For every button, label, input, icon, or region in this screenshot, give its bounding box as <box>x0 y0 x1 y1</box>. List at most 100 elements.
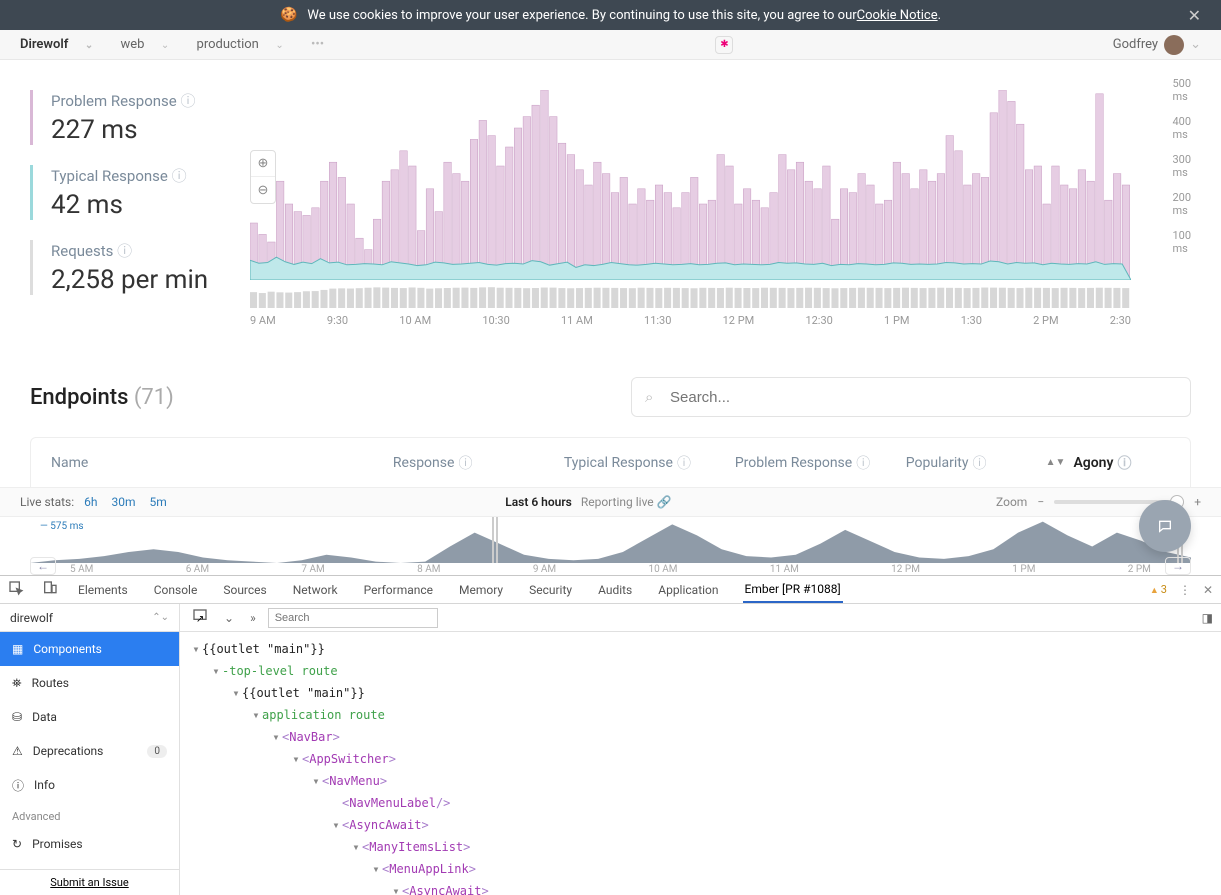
metrics-panel: Problem Response ⓘ 227 ms Typical Respon… <box>30 90 250 327</box>
user-menu[interactable]: Godfrey ⌄ <box>1113 35 1201 55</box>
device-toggle-icon[interactable] <box>42 580 58 599</box>
metric-requests[interactable]: Requests ⓘ 2,258 per min <box>30 240 250 295</box>
tree-row[interactable]: ▾<AppSwitcher> <box>180 748 1221 770</box>
live-stats-label: Live stats: <box>20 495 74 509</box>
help-icon[interactable]: ⓘ <box>458 453 472 473</box>
th-response[interactable]: Response ⓘ <box>393 453 564 473</box>
chevron-down-icon: ⌄ <box>82 40 93 51</box>
devtools-tab[interactable]: Ember [PR #1088] <box>743 576 843 603</box>
devtools-tab[interactable]: Application <box>656 576 720 603</box>
range-6h[interactable]: 6h <box>84 495 97 509</box>
cookie-notice-link[interactable]: Cookie Notice <box>857 8 938 23</box>
avatar <box>1164 35 1184 55</box>
tree-row[interactable]: ▾<AsyncAwait> <box>180 814 1221 836</box>
help-icon[interactable]: ⓘ <box>180 92 195 110</box>
zoom-in-button[interactable]: ⊕ <box>251 151 275 177</box>
inspector-nav-item[interactable]: ⛁Data <box>0 700 179 734</box>
overview-x-axis: 5 AM6 AM7 AM8 AM9 AM10 AM11 AM12 PM1 PM2… <box>70 564 1151 575</box>
th-popularity[interactable]: Popularity ⓘ <box>906 453 1046 473</box>
devtools-tab[interactable]: Elements <box>76 576 130 603</box>
scroll-left-button[interactable]: ← <box>30 557 56 575</box>
live-stats-bar: Live stats: 6h 30m 5m Last 6 hours Repor… <box>0 487 1221 517</box>
overview-y-label: — 575 ms <box>40 521 84 532</box>
zoom-out-button[interactable]: ⊖ <box>251 177 275 203</box>
devtools-tab[interactable]: Security <box>527 576 574 603</box>
nav-icon: ⛯ <box>12 676 22 691</box>
tree-row[interactable]: ▾application route <box>180 704 1221 726</box>
inspector-nav-item[interactable]: ▦Components <box>0 632 179 666</box>
inspector-nav-item[interactable]: ⛯Routes <box>0 666 179 700</box>
submit-issue-link[interactable]: Submit an Issue <box>50 876 128 889</box>
range-5m[interactable]: 5m <box>150 495 167 509</box>
expand-all-icon[interactable]: » <box>246 609 260 627</box>
close-icon[interactable]: ✕ <box>1188 6 1201 25</box>
tree-row[interactable]: ▾<NavBar> <box>180 726 1221 748</box>
help-icon[interactable]: ⓘ <box>117 242 132 260</box>
toggle-right-pane-icon[interactable]: ◨ <box>1202 611 1213 625</box>
help-icon[interactable]: ⓘ <box>1117 453 1131 473</box>
tree-row[interactable]: ▾<NavMenuLabel/> <box>180 792 1221 814</box>
th-name[interactable]: Name <box>51 455 393 471</box>
tree-row[interactable]: ▾{{outlet "main"}} <box>180 682 1221 704</box>
help-icon[interactable]: ⓘ <box>172 167 187 185</box>
metric-typical-response[interactable]: Typical Response ⓘ 42 ms <box>30 165 250 220</box>
devtools-tab[interactable]: Sources <box>221 576 268 603</box>
tree-row[interactable]: ▾<MenuAppLink> <box>180 858 1221 880</box>
range-30m[interactable]: 30m <box>112 495 136 509</box>
help-icon[interactable]: ⓘ <box>856 453 870 473</box>
devtools-close-icon[interactable]: ✕ <box>1203 583 1213 597</box>
devtools-tab[interactable]: Network <box>291 576 340 603</box>
devtools-tab[interactable]: Memory <box>457 576 505 603</box>
component-picker-icon[interactable] <box>188 606 212 629</box>
endpoints-search: ⌕ <box>631 377 1191 417</box>
inspector-nav-item[interactable]: ↻Promises <box>0 827 179 861</box>
metric-problem-response[interactable]: Problem Response ⓘ 227 ms <box>30 90 250 145</box>
th-agony[interactable]: ▲▼Agony ⓘ <box>1046 453 1170 473</box>
link-icon[interactable]: 🔗 <box>657 495 672 509</box>
live-center-sub: Reporting live 🔗 <box>581 495 672 509</box>
devtools-panel: Elements Console Sources Network Performance… <box>0 575 1221 895</box>
requests-mini-chart[interactable] <box>250 282 1131 308</box>
kebab-icon[interactable]: ⋮ <box>1179 583 1191 597</box>
breadcrumb-env2[interactable]: production ⌄ <box>197 37 296 52</box>
tree-row[interactable]: ▾<NavMenu> <box>180 770 1221 792</box>
app-logo-icon[interactable]: ✱ <box>715 36 733 54</box>
breadcrumb-more-icon[interactable]: ••• <box>311 37 324 52</box>
devtools-tabs: Elements Console Sources Network Performance… <box>0 576 1221 604</box>
tree-row[interactable]: ▾<AsyncAwait> <box>180 880 1221 895</box>
inspector-nav-item[interactable]: ⚠Deprecations0 <box>0 734 179 768</box>
breadcrumb-env1[interactable]: web ⌄ <box>120 37 181 52</box>
scroll-right-button[interactable]: → <box>1165 557 1191 575</box>
app-select[interactable]: direwolf ⌃⌄ <box>0 604 179 632</box>
overview-selection-handles[interactable] <box>492 517 1183 563</box>
inspector-nav-item[interactable]: ⓘInfo <box>0 768 179 802</box>
devtools-tab[interactable]: Console <box>152 576 200 603</box>
th-typical[interactable]: Typical Response ⓘ <box>564 453 735 473</box>
th-problem[interactable]: Problem Response ⓘ <box>735 453 906 473</box>
inspect-icon[interactable] <box>8 580 24 599</box>
cookie-text-b: . <box>938 8 941 23</box>
component-tree[interactable]: ▾{{outlet "main"}}▾-top-level route▾{{ou… <box>180 632 1221 895</box>
tree-search-input[interactable] <box>268 608 438 628</box>
breadcrumb-app[interactable]: Direwolf ⌄ <box>20 37 105 52</box>
tree-row[interactable]: ▾<ManyItemsList> <box>180 836 1221 858</box>
zoom-minus-button[interactable]: − <box>1037 495 1044 509</box>
x-axis-labels: 9 AM9:3010 AM10:3011 AM11:3012 PM12:301 … <box>250 308 1131 327</box>
nav-icon: ▦ <box>12 642 23 656</box>
nav-icon: ↻ <box>12 837 22 851</box>
chat-bubble-button[interactable] <box>1139 500 1191 552</box>
warnings-badge[interactable]: 3 <box>1150 583 1167 596</box>
overview-chart[interactable]: — 575 ms ← → 5 AM6 AM7 AM8 AM9 AM10 AM11… <box>0 517 1221 577</box>
sort-icon: ▲▼ <box>1046 457 1066 468</box>
help-icon[interactable]: ⓘ <box>972 453 986 473</box>
help-icon[interactable]: ⓘ <box>677 453 691 473</box>
tree-row[interactable]: ▾{{outlet "main"}} <box>180 638 1221 660</box>
tree-row[interactable]: ▾-top-level route <box>180 660 1221 682</box>
search-input[interactable] <box>631 377 1191 417</box>
search-icon: ⌕ <box>645 388 653 406</box>
main-response-chart[interactable]: 500 ms400 ms300 ms200 ms100 ms <box>250 90 1131 280</box>
devtools-tab[interactable]: Performance <box>362 576 435 603</box>
zoom-plus-button[interactable]: + <box>1194 495 1201 509</box>
scroll-to-icon[interactable]: ⌄ <box>220 609 238 627</box>
devtools-tab[interactable]: Audits <box>596 576 634 603</box>
